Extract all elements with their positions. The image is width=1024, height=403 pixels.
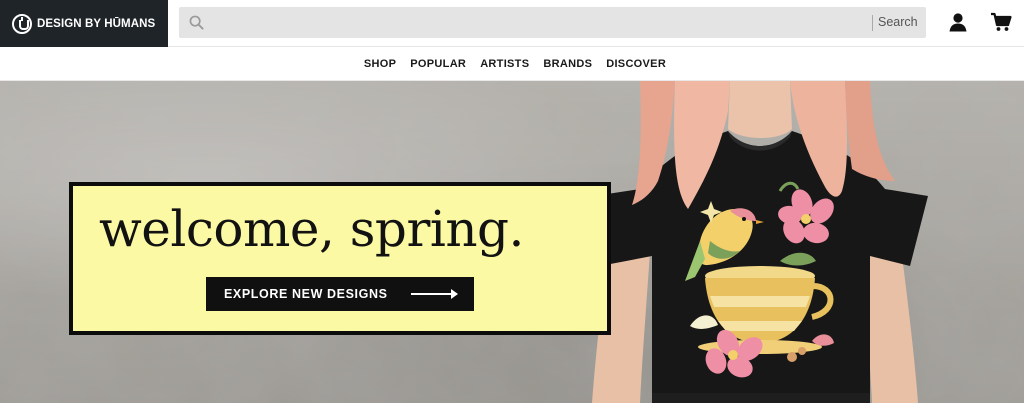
search-icon: [189, 15, 204, 30]
hero-headline: welcome, spring.: [99, 200, 524, 258]
main-nav: SHOP POPULAR ARTISTS BRANDS DISCOVER: [0, 48, 1024, 81]
search-input[interactable]: [213, 7, 843, 38]
nav-item-artists[interactable]: ARTISTS: [480, 58, 529, 70]
cta-label: EXPLORE NEW DESIGNS: [224, 287, 388, 301]
dbh-logo-icon: [12, 13, 32, 34]
search-bar: Search: [179, 7, 926, 38]
logo[interactable]: DESIGN BY HŪMANS: [0, 0, 168, 47]
user-icon[interactable]: [948, 12, 968, 32]
search-button[interactable]: Search: [878, 14, 918, 31]
site-header: DESIGN BY HŪMANS Search: [0, 0, 1024, 47]
model-photo: [592, 81, 928, 403]
hero-banner[interactable]: welcome, spring. EXPLORE NEW DESIGNS: [0, 81, 1024, 403]
explore-new-designs-button[interactable]: EXPLORE NEW DESIGNS: [206, 277, 474, 311]
search-divider: [872, 15, 873, 31]
brand-name: DESIGN BY HŪMANS: [37, 17, 156, 30]
arrow-right-icon: [411, 289, 458, 299]
cart-icon[interactable]: [990, 12, 1012, 32]
nav-item-brands[interactable]: BRANDS: [543, 58, 592, 70]
nav-item-shop[interactable]: SHOP: [364, 58, 396, 70]
nav-item-popular[interactable]: POPULAR: [410, 58, 466, 70]
promo-box: welcome, spring. EXPLORE NEW DESIGNS: [69, 182, 611, 335]
nav-item-discover[interactable]: DISCOVER: [606, 58, 666, 70]
